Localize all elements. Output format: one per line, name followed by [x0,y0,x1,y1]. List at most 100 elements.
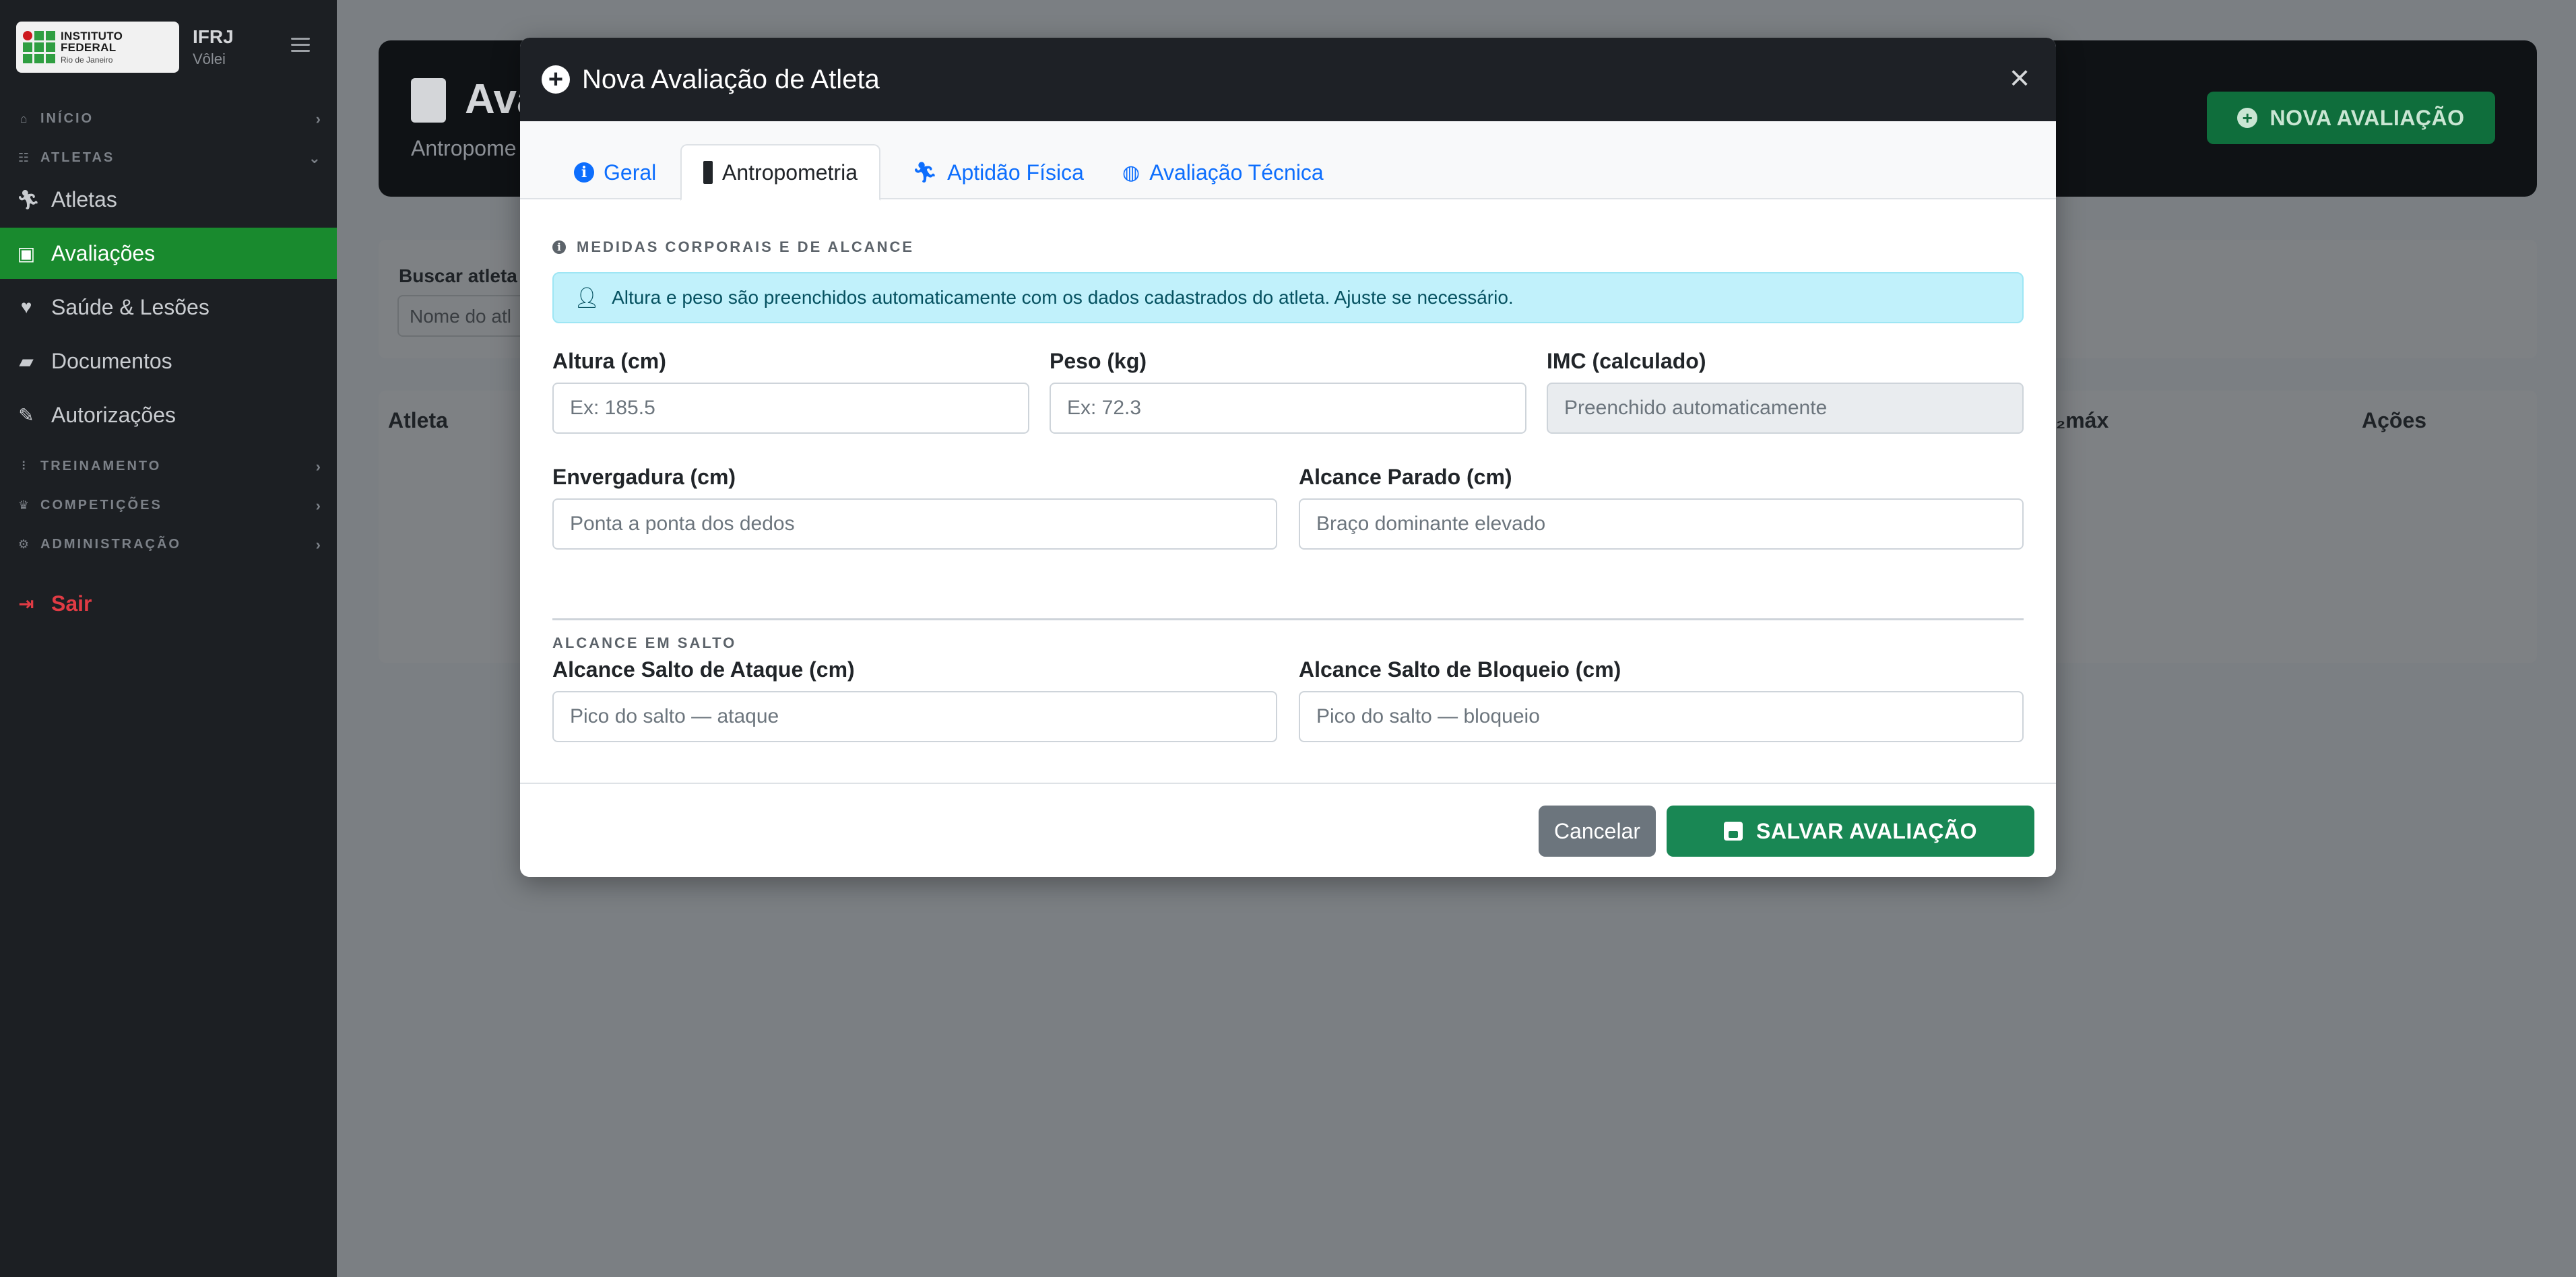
save-icon [1724,822,1743,841]
cancel-button[interactable]: Cancelar [1539,806,1656,857]
sidebar-item-saude[interactable]: ♥ Saúde & Lesões [0,282,337,333]
ruler-icon [703,161,713,184]
new-evaluation-button[interactable]: + NOVA AVALIAÇÃO [2207,92,2495,144]
clipboard-check-icon [411,78,446,123]
modal-title: Nova Avaliação de Atleta [582,64,880,94]
logo-line-1: INSTITUTO FEDERAL [61,30,123,54]
folder-open-icon: ▰ [19,350,34,372]
imc-label: IMC (calculado) [1547,349,1706,373]
nav-section-treinamento[interactable]: ⫶ TREINAMENTO › [16,453,321,480]
nav-section-label: INÍCIO [40,110,94,126]
tab-label: Avaliação Técnica [1149,160,1324,185]
sidebar-item-label: Saúde & Lesões [51,294,210,319]
altura-label: Altura (cm) [552,349,666,373]
nav-section-competicoes[interactable]: ♛ COMPETIÇÕES › [16,492,321,519]
chevron-right-icon: › [315,110,321,127]
subsection-title: ALCANCE EM SALTO [552,634,737,651]
info-circle-icon: i [552,240,566,254]
tab-label: Geral [604,160,657,185]
sidebar-item-label: Autorizações [51,402,176,427]
dumbbell-icon: ⫶ [22,459,26,473]
altura-input[interactable]: Ex: 185.5 [552,383,1029,434]
peso-label: Peso (kg) [1050,349,1147,373]
nav-section-label: COMPETIÇÕES [40,497,162,513]
plus-circle-icon: + [542,65,570,94]
section-divider [552,618,2024,620]
sidebar-item-autorizacoes[interactable]: ✎ Autorizações [0,389,337,440]
trophy-icon: ♛ [18,498,30,512]
sidebar-item-atletas[interactable]: 🏃︎ Atletas [0,174,337,225]
chevron-right-icon: › [315,497,321,514]
alcance-bloqueio-input[interactable]: Pico do salto — bloqueio [1299,691,2024,742]
signature-icon: ✎ [18,404,34,426]
page-subtitle: Antropome [411,136,517,160]
new-evaluation-modal: + Nova Avaliação de Atleta × i Geral Ant… [520,38,2056,877]
nav-section-label: ATLETAS [40,150,115,165]
heartbeat-icon: ♥ [20,296,32,317]
brand-sub: Vôlei [193,51,226,67]
modal-header: + Nova Avaliação de Atleta × [520,38,2056,121]
tab-label: Antropometria [722,160,858,185]
sidebar-item-label: Avaliações [51,240,156,265]
sidebar-item-label: Sair [51,591,92,616]
nav-section-label: TREINAMENTO [40,458,162,473]
tab-label: Aptidão Física [947,160,1084,185]
sidebar-item-avaliacoes[interactable]: ▣ Avaliações [0,228,337,279]
home-icon: ⌂ [20,111,28,125]
nav-section-atletas[interactable]: ☷ ATLETAS ⌄ [16,144,321,171]
info-alert: 👤︎ Altura e peso são preenchidos automat… [552,272,2024,323]
tab-avaliacao-tecnica[interactable]: ◍ Avaliação Técnica [1101,144,1345,201]
brand-name: IFRJ [193,26,234,47]
chevron-right-icon: › [315,458,321,475]
save-label: SALVAR AVALIAÇÃO [1756,818,1977,843]
user-check-icon: 👤︎ [574,286,600,309]
sidebar-item-label: Atletas [51,187,117,211]
section-title: i MEDIDAS CORPORAIS E DE ALCANCE [552,238,914,256]
chevron-down-icon: ⌄ [308,150,321,166]
alcance-parado-label: Alcance Parado (cm) [1299,465,1512,489]
gear-icon: ⚙ [18,537,30,551]
modal-footer: Cancelar SALVAR AVALIAÇÃO [520,783,2056,877]
alcance-ataque-input[interactable]: Pico do salto — ataque [552,691,1277,742]
modal-tabs: i Geral Antropometria 🏃︎ Aptidão Física … [520,121,2056,201]
alert-text: Altura e peso são preenchidos automatica… [612,287,1514,308]
alcance-bloqueio-label: Alcance Salto de Bloqueio (cm) [1299,657,1621,682]
chevron-right-icon: › [315,536,321,553]
tab-aptidao-fisica[interactable]: 🏃︎ Aptidão Física [891,144,1105,201]
sidebar: INSTITUTO FEDERAL Rio de Janeiro IFRJ Vô… [0,0,337,1277]
clipboard-check-icon: ▣ [17,242,36,264]
brand[interactable]: INSTITUTO FEDERAL Rio de Janeiro IFRJ Vô… [16,22,338,73]
column-header-vo2: ₂máx [2056,408,2109,432]
nav-section-inicio[interactable]: ⌂ INÍCIO › [16,105,321,132]
save-evaluation-button[interactable]: SALVAR AVALIAÇÃO [1667,806,2034,857]
close-icon[interactable]: × [2002,61,2037,97]
alcance-parado-input[interactable]: Braço dominante elevado [1299,498,2024,550]
sidebar-item-label: Documentos [51,348,172,373]
envergadura-label: Envergadura (cm) [552,465,736,489]
volleyball-icon: ◍ [1122,161,1140,184]
ifrj-logo: INSTITUTO FEDERAL Rio de Janeiro [16,22,179,73]
nav-section-administracao[interactable]: ⚙ ADMINISTRAÇÃO › [16,531,321,558]
search-label: Buscar atleta [399,265,517,286]
running-icon: 🏃︎ [912,161,938,184]
menu-toggle-icon[interactable] [291,38,310,53]
nav-section-label: ADMINISTRAÇÃO [40,536,181,552]
logo-mark [23,31,55,63]
sign-out-icon: ⇥ [18,593,34,614]
runner-icon: 🏃︎ [16,189,40,210]
new-evaluation-label: NOVA AVALIAÇÃO [2269,105,2465,130]
tab-antropometria[interactable]: Antropometria [680,144,880,201]
sidebar-item-documentos[interactable]: ▰ Documentos [0,335,337,387]
logo-line-2: Rio de Janeiro [61,55,113,65]
peso-input[interactable]: Ex: 72.3 [1050,383,1526,434]
sidebar-item-sair[interactable]: ⇥ Sair [0,578,337,629]
column-header-atleta: Atleta [388,408,448,432]
column-header-acoes: Ações [2362,408,2427,432]
section-title-text: MEDIDAS CORPORAIS E DE ALCANCE [577,238,915,255]
users-icon: ☷ [18,150,30,164]
modal-body: i MEDIDAS CORPORAIS E DE ALCANCE 👤︎ Altu… [520,199,2056,819]
tab-geral[interactable]: i Geral [552,144,678,201]
envergadura-input[interactable]: Ponta a ponta dos dedos [552,498,1277,550]
info-circle-icon: i [574,162,594,183]
imc-input: Preenchido automaticamente [1547,383,2024,434]
